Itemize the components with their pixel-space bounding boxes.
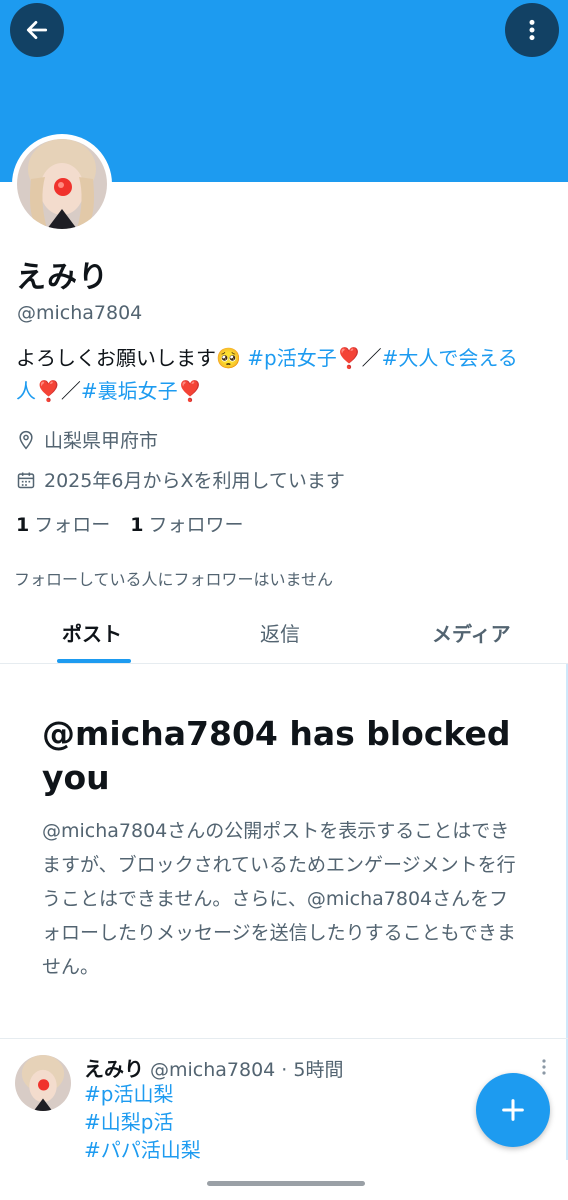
avatar-photo	[17, 139, 107, 229]
compose-post-button[interactable]	[476, 1073, 550, 1147]
following-count: 1	[16, 514, 30, 536]
profile-avatar[interactable]	[12, 134, 112, 234]
location-text: 山梨県甲府市	[44, 430, 159, 452]
profile-bio: よろしくお願いします🥺 #p活女子❣️／#大人で会える人❣️／#裏垢女子❣️	[16, 342, 552, 408]
arrow-left-icon	[26, 21, 48, 39]
post-body: #p活山梨 #山梨p活 #パパ活山梨	[84, 1080, 201, 1164]
post-avatar[interactable]	[15, 1055, 71, 1111]
calendar-icon	[17, 472, 35, 488]
followers-label: フォロワー	[148, 514, 244, 536]
divider	[0, 1038, 568, 1039]
tab-media[interactable]: メディア	[432, 618, 511, 647]
following-count-link[interactable]: 1 フォロー	[16, 510, 110, 537]
hashtag-link[interactable]: #山梨p活	[84, 1108, 201, 1136]
active-tab-indicator	[57, 659, 131, 663]
mutual-followers-note: フォローしている人にフォロワーはいません	[14, 570, 334, 589]
bio-text: よろしくお願いします🥺	[16, 346, 248, 370]
blocked-title: @micha7804 has blocked you	[42, 714, 511, 797]
heart-emoji: ❣️	[177, 379, 203, 403]
heart-emoji: ❣️	[336, 346, 362, 370]
hashtag-link[interactable]: #p活山梨	[84, 1080, 201, 1108]
home-indicator[interactable]	[207, 1181, 365, 1186]
plus-icon	[502, 1099, 524, 1121]
location-pin-icon	[19, 430, 33, 449]
avatar	[17, 139, 107, 229]
joined-text: 2025年6月からXを利用しています	[44, 470, 345, 492]
followers-count-link[interactable]: 1 フォロワー	[130, 510, 243, 537]
post-header: えみり @micha7804 · 5時間	[84, 1053, 343, 1082]
more-vertical-icon	[542, 1059, 546, 1075]
heart-emoji: ❣️	[36, 379, 61, 403]
bottom-fade	[0, 1160, 568, 1200]
following-label: フォロー	[34, 514, 111, 536]
hashtag-link[interactable]: #裏垢女子	[81, 379, 178, 403]
profile-handle: @micha7804	[17, 302, 143, 324]
avatar-photo	[15, 1055, 71, 1111]
profile-tabs: ポスト 返信 メディア	[0, 604, 568, 664]
tab-posts[interactable]: ポスト	[62, 618, 122, 647]
more-options-button[interactable]	[505, 3, 559, 57]
post-meta: @micha7804 · 5時間	[150, 1059, 344, 1081]
bio-separator: ／	[60, 379, 81, 403]
bio-separator: ／	[361, 346, 382, 370]
more-vertical-icon	[529, 19, 535, 41]
follow-counts: 1 フォロー 1 フォロワー	[16, 510, 244, 537]
hashtag-link[interactable]: #p活女子	[247, 346, 336, 370]
profile-location: 山梨県甲府市	[16, 426, 158, 453]
profile-joined-date: 2025年6月からXを利用しています	[16, 466, 345, 493]
profile-name: えみり	[16, 260, 109, 295]
post-more-button[interactable]	[536, 1058, 552, 1080]
back-button[interactable]	[10, 3, 64, 57]
post-author-name[interactable]: えみり	[84, 1057, 144, 1081]
blocked-description: @micha7804さんの公開ポストを表示することはできますが、ブロックされてい…	[42, 820, 516, 978]
followers-count: 1	[130, 514, 144, 536]
tab-replies[interactable]: 返信	[260, 618, 300, 647]
